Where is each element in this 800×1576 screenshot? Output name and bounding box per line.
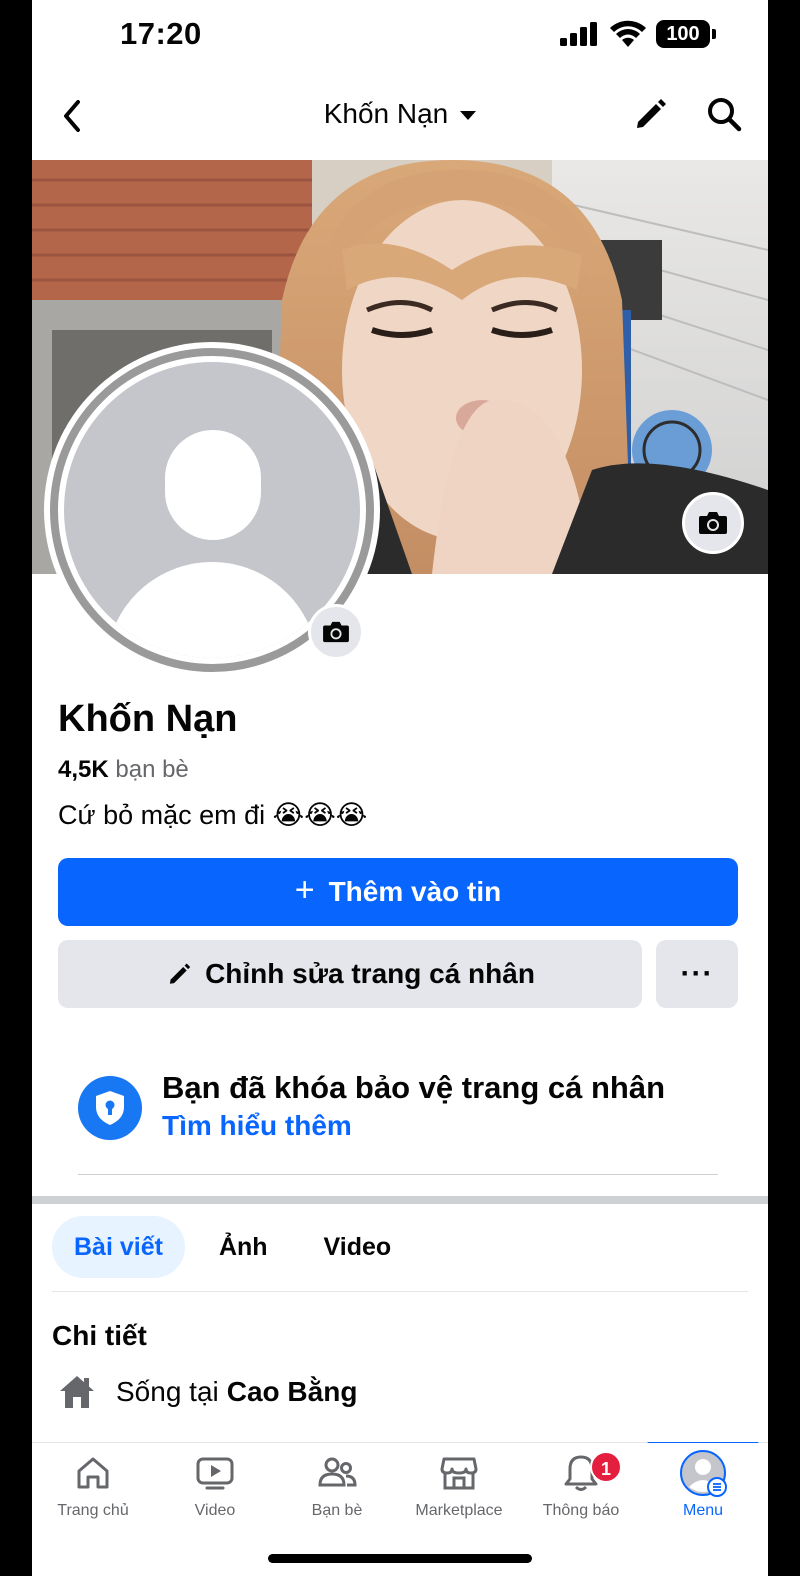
- more-options-button[interactable]: ···: [656, 940, 738, 1008]
- status-bar: 17:20 100: [32, 0, 768, 70]
- add-to-story-button[interactable]: + Thêm vào tin: [58, 858, 738, 926]
- menu-avatar-icon: [680, 1450, 727, 1497]
- tab-videos[interactable]: Video: [302, 1216, 414, 1278]
- nav-marketplace-label: Marketplace: [415, 1502, 503, 1519]
- camera-icon: [323, 621, 349, 643]
- avatar-camera-button[interactable]: [308, 604, 364, 660]
- profile-tabs: Bài viết Ảnh Video: [52, 1216, 425, 1278]
- pencil-icon[interactable]: [630, 94, 670, 134]
- divider: [78, 1174, 718, 1175]
- battery-level: 100: [656, 20, 710, 48]
- pencil-icon: [169, 963, 191, 984]
- wifi-icon: [610, 20, 646, 47]
- search-icon[interactable]: [704, 94, 744, 134]
- friends-count[interactable]: 4,5K bạn bè: [58, 756, 189, 784]
- nav-notifications-label: Thông báo: [542, 1502, 620, 1519]
- nav-menu-label: Menu: [682, 1502, 724, 1519]
- profile-lock-shield-icon: [78, 1076, 142, 1140]
- section-separator: [32, 1196, 768, 1204]
- divider: [52, 1291, 748, 1292]
- profile-bio: Cứ bỏ mặc em đi 😭😭😭: [58, 800, 367, 831]
- nav-friends-label: Bạn bè: [311, 1502, 363, 1519]
- edit-profile-label: Chỉnh sửa trang cá nhân: [205, 958, 535, 989]
- home-icon: [77, 1457, 109, 1489]
- header-title: Khốn Nạn: [323, 98, 449, 129]
- cellular-signal-icon: [560, 22, 597, 46]
- plus-icon: +: [294, 870, 315, 909]
- more-dots-icon: ···: [680, 957, 714, 990]
- tab-posts[interactable]: Bài viết: [52, 1216, 185, 1278]
- nav-home[interactable]: Trang chủ: [32, 1443, 154, 1543]
- friends-icon: [318, 1457, 357, 1487]
- nav-friends[interactable]: Bạn bè: [276, 1443, 398, 1543]
- add-to-story-label: Thêm vào tin: [328, 876, 502, 907]
- home-indicator: [268, 1554, 532, 1563]
- lock-notice-title: Bạn đã khóa bảo vệ trang cá nhân: [162, 1070, 666, 1105]
- lives-in-prefix: Sống tại: [116, 1376, 219, 1407]
- tab-photos[interactable]: Ảnh: [197, 1216, 290, 1278]
- nav-home-label: Trang chủ: [57, 1502, 129, 1519]
- phone-screen: 17:20 100 Khốn Nạn Khốn Nạn 4,5K bạn bè …: [32, 0, 768, 1576]
- friends-count-number: 4,5K: [58, 756, 109, 783]
- lives-in-place: Cao Bằng: [226, 1376, 358, 1407]
- details-heading: Chi tiết: [52, 1320, 147, 1351]
- camera-icon: [699, 512, 727, 534]
- profile-header: Khốn Nạn: [32, 80, 768, 152]
- marketplace-icon: [440, 1457, 478, 1490]
- bio-emojis: 😭😭😭: [272, 800, 368, 830]
- profile-name: Khốn Nạn: [58, 698, 238, 740]
- nav-marketplace[interactable]: Marketplace: [398, 1443, 520, 1543]
- friends-count-label: bạn bè: [115, 756, 189, 783]
- learn-more-link[interactable]: Tìm hiểu thêm: [162, 1110, 352, 1142]
- edit-profile-button[interactable]: Chỉnh sửa trang cá nhân: [58, 940, 642, 1008]
- status-time: 17:20: [120, 16, 202, 51]
- battery-tip: [712, 29, 716, 39]
- caret-down-icon: [460, 111, 477, 121]
- notification-badge: 1: [590, 1451, 622, 1483]
- bio-text: Cứ bỏ mặc em đi: [58, 800, 266, 830]
- video-icon: [196, 1457, 234, 1490]
- home-icon: [60, 1376, 94, 1408]
- nav-notifications[interactable]: 1 Thông báo: [520, 1443, 642, 1543]
- nav-video[interactable]: Video: [154, 1443, 276, 1543]
- nav-video-label: Video: [194, 1502, 236, 1519]
- lives-in-row: Sống tại Cao Bằng: [58, 1372, 357, 1412]
- nav-menu[interactable]: Menu: [642, 1443, 764, 1543]
- cover-camera-button[interactable]: [682, 492, 744, 554]
